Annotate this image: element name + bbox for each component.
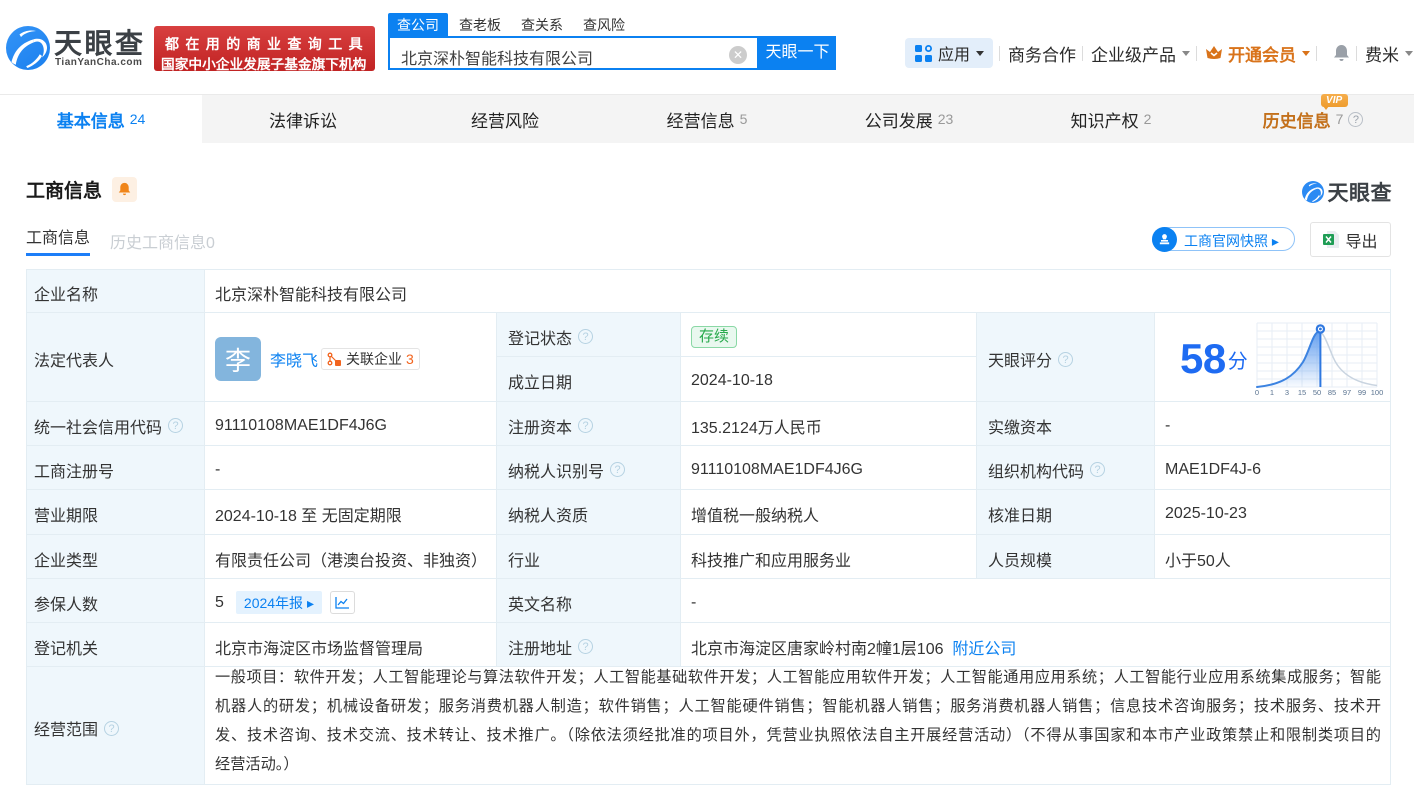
svg-text:99: 99 — [1358, 388, 1366, 397]
svg-text:100: 100 — [1370, 388, 1383, 397]
svg-text:50: 50 — [1313, 388, 1321, 397]
svg-text:0: 0 — [1255, 388, 1259, 397]
svg-text:85: 85 — [1328, 388, 1336, 397]
svg-text:15: 15 — [1298, 388, 1306, 397]
svg-text:97: 97 — [1343, 388, 1351, 397]
svg-text:1: 1 — [1270, 388, 1274, 397]
svg-text:3: 3 — [1285, 388, 1289, 397]
